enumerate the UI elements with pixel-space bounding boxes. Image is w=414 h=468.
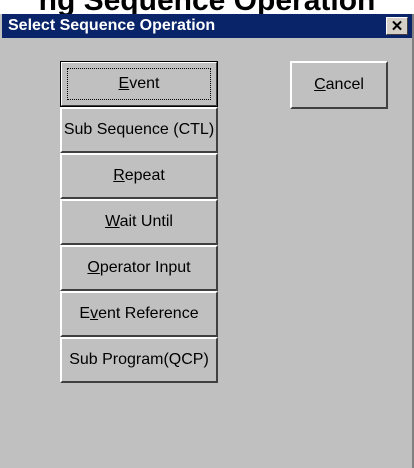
sub-sequence-ctl-button[interactable]: Sub Sequence (CTL) [60, 107, 218, 153]
operator-input-button-label: Operator Input [87, 259, 191, 276]
select-sequence-operation-dialog: Select Sequence Operation ✕ Event Sub Se… [0, 14, 414, 468]
event-reference-button[interactable]: Event Reference [60, 291, 218, 337]
repeat-button-label: Repeat [113, 167, 165, 184]
close-button[interactable]: ✕ [386, 17, 408, 35]
sub-sequence-ctl-button-label: Sub Sequence (CTL) [63, 121, 215, 138]
event-button-label: Event [118, 75, 160, 92]
sub-program-qcp-button[interactable]: Sub Program(QCP) [60, 337, 218, 383]
sub-program-qcp-button-label: Sub Program(QCP) [69, 351, 209, 368]
wait-until-button-label: Wait Until [105, 213, 173, 230]
cancel-button[interactable]: Cancel [290, 61, 388, 109]
close-icon: ✕ [390, 17, 404, 35]
event-button[interactable]: Event [60, 61, 218, 107]
cancel-button-label: Cancel [314, 76, 364, 93]
wait-until-button[interactable]: Wait Until [60, 199, 218, 245]
event-reference-button-label: Event Reference [79, 305, 199, 322]
dialog-title: Select Sequence Operation [8, 17, 216, 34]
repeat-button[interactable]: Repeat [60, 153, 218, 199]
operator-input-button[interactable]: Operator Input [60, 245, 218, 291]
dialog-titlebar[interactable]: Select Sequence Operation ✕ [2, 14, 412, 38]
